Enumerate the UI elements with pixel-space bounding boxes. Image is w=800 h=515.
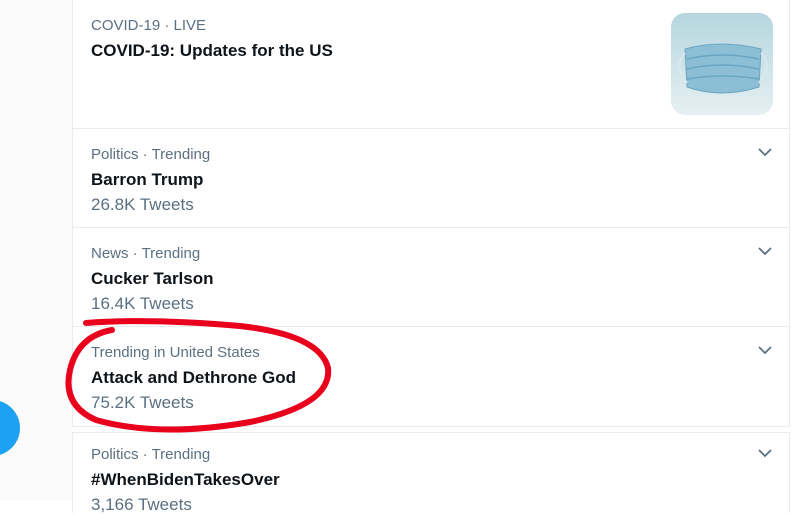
trend-item-cucker-tarlson[interactable]: News · Trending Cucker Tarlson 16.4K Twe… (73, 227, 789, 327)
trend-title: Cucker Tarlson (91, 269, 214, 288)
chevron-down-icon[interactable] (757, 342, 773, 358)
chevron-down-icon[interactable] (757, 445, 773, 461)
trend-meta: Politics · Trending (91, 446, 211, 463)
chevron-down-icon[interactable] (757, 243, 773, 259)
trend-meta: COVID-19 · LIVE (91, 17, 207, 34)
trend-tweet-count: 26.8K Tweets (91, 195, 194, 214)
trend-item-when-biden-takes-over[interactable]: Politics · Trending #WhenBidenTakesOver … (72, 432, 790, 514)
face-mask-thumbnail[interactable] (671, 13, 773, 115)
trend-title: COVID-19: Updates for the US (91, 41, 333, 60)
trend-item-barron-trump[interactable]: Politics · Trending Barron Trump 26.8K T… (73, 128, 789, 228)
trend-item-covid[interactable]: COVID-19 · LIVE COVID-19: Updates for th… (73, 0, 789, 129)
trend-meta: Politics · Trending (91, 146, 211, 163)
trend-tweet-count: 75.2K Tweets (91, 393, 194, 412)
trend-title: Barron Trump (91, 170, 204, 189)
trend-title: Attack and Dethrone God (91, 368, 296, 387)
trend-meta: Trending in United States (91, 344, 260, 361)
trend-title: #WhenBidenTakesOver (91, 470, 280, 489)
face-mask-icon (671, 13, 773, 115)
trend-item-attack-and-dethrone-god[interactable]: Trending in United States Attack and Det… (73, 326, 789, 425)
trend-tweet-count: 16.4K Tweets (91, 294, 194, 313)
chevron-down-icon[interactable] (757, 144, 773, 160)
trends-panel: COVID-19 · LIVE COVID-19: Updates for th… (72, 0, 790, 427)
trend-meta: News · Trending (91, 245, 201, 262)
trend-tweet-count: 3,166 Tweets (91, 495, 192, 514)
